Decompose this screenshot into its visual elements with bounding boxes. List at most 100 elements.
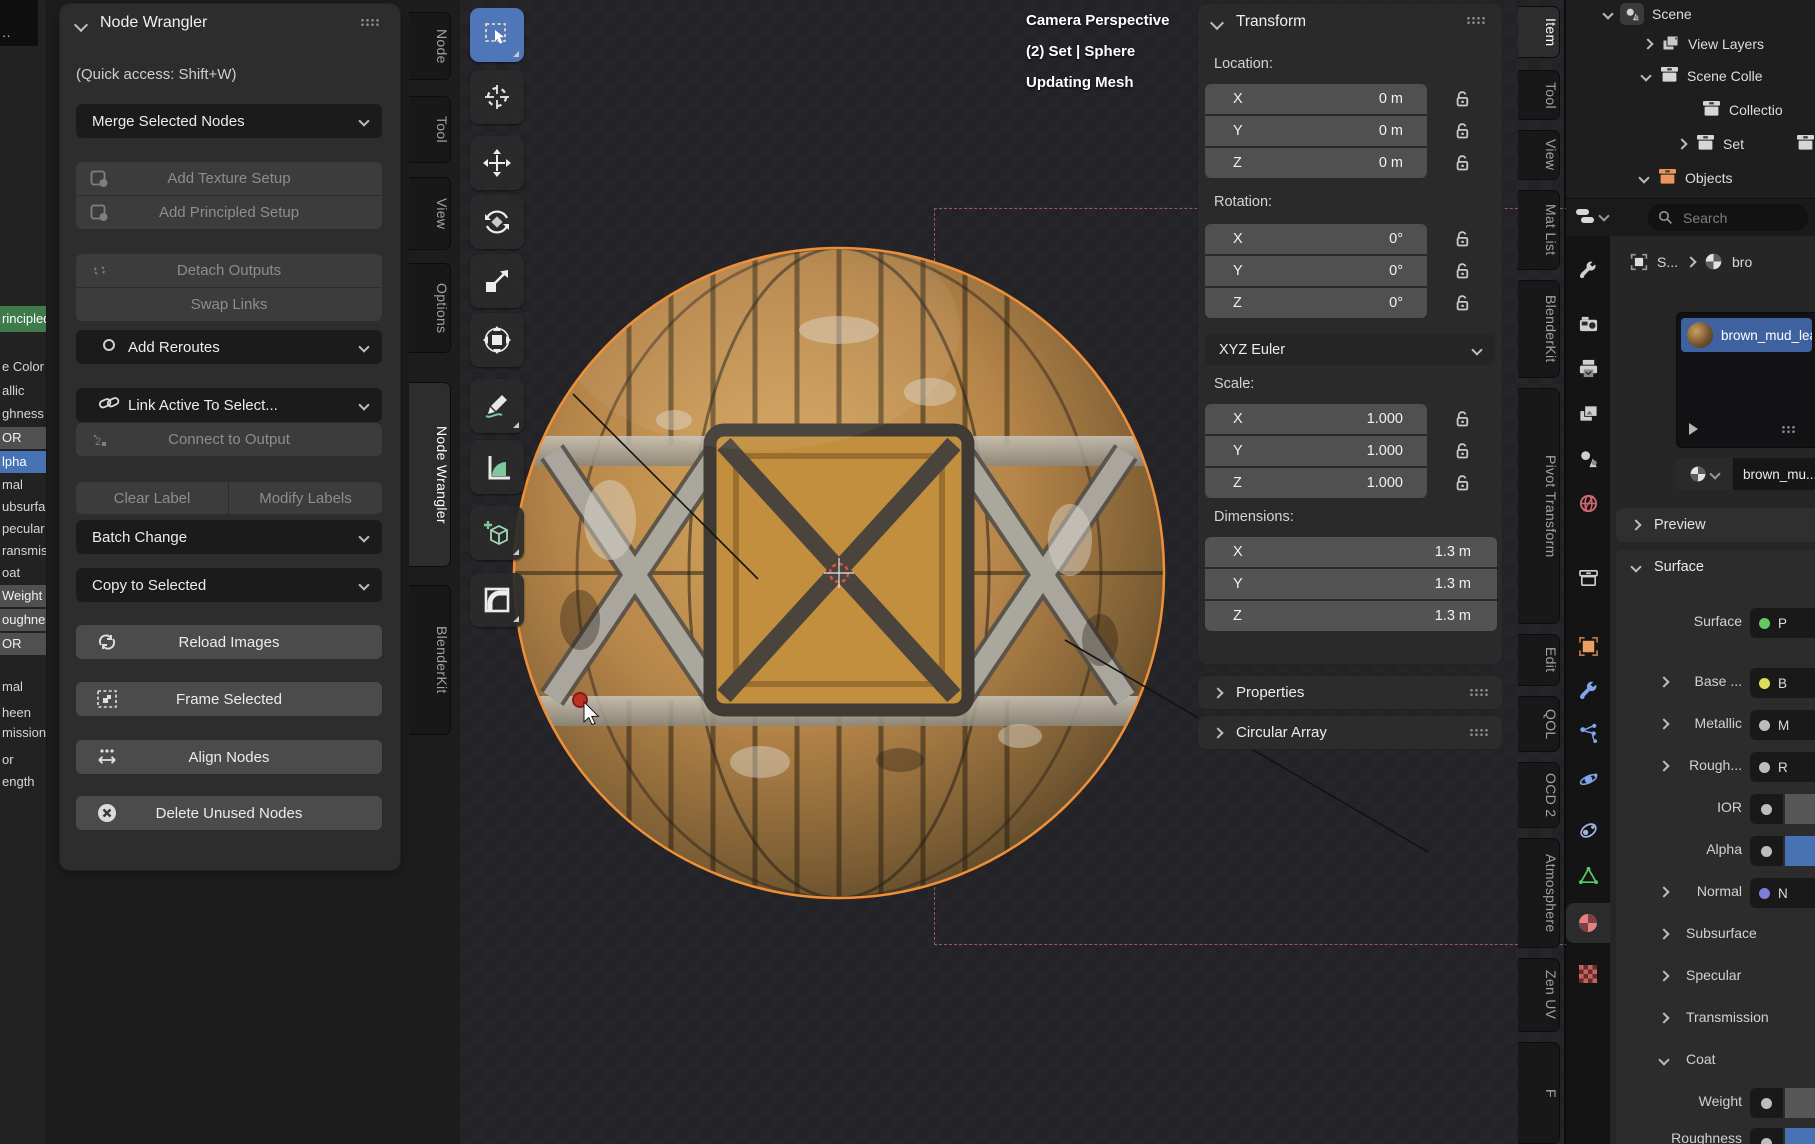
location-y-field[interactable]: Y0 m [1205, 116, 1427, 146]
breadcrumb-material-name[interactable]: bro [1732, 254, 1752, 270]
location-z-field[interactable]: Z0 m [1205, 148, 1427, 178]
tool-measure[interactable] [470, 440, 524, 494]
clear-label-button[interactable]: Clear Label [76, 482, 228, 514]
node-socket-label[interactable]: ubsurfa [0, 497, 46, 517]
reload-images-button[interactable]: Reload Images [76, 625, 382, 659]
roughness-value[interactable]: R [1750, 752, 1815, 782]
collapse-chevron-icon[interactable] [1210, 16, 1224, 30]
scale-z-field[interactable]: Z1.000 [1205, 468, 1427, 498]
panel-drag-handle[interactable] [1469, 728, 1488, 737]
node-socket-label[interactable]: ghness [0, 404, 46, 424]
alpha-socket-button[interactable] [1750, 836, 1783, 866]
tool-rotate[interactable] [470, 195, 524, 249]
node-socket-field[interactable]: OR [0, 427, 46, 449]
rotation-mode-dropdown[interactable]: XYZ Euler [1205, 334, 1495, 365]
search-input[interactable] [1681, 209, 1795, 227]
chevron-right-icon[interactable] [1658, 718, 1669, 729]
node-socket-label[interactable]: pecular [0, 519, 46, 539]
tab-zen-uv[interactable]: Zen UV [1518, 958, 1560, 1032]
connect-to-output-button[interactable]: 2 Connect to Output [76, 423, 382, 456]
chevron-right-icon[interactable] [1676, 138, 1687, 149]
panel-drag-handle[interactable] [1781, 425, 1797, 434]
tab-output-properties[interactable] [1566, 348, 1610, 388]
detach-outputs-button[interactable]: Detach Outputs [76, 254, 382, 287]
chevron-right-icon[interactable] [1658, 886, 1669, 897]
editor-type-selector[interactable] [1574, 205, 1608, 227]
material-name-field[interactable]: brown_mu... [1733, 458, 1815, 490]
chevron-right-icon[interactable] [1642, 38, 1653, 49]
preview-panel-header[interactable]: Preview [1616, 508, 1815, 542]
node-socket-label[interactable]: ransmis [0, 541, 46, 561]
tab-scene-properties[interactable] [1566, 438, 1610, 478]
slot-list-expand-icon[interactable] [1689, 423, 1698, 435]
tab-node-wrangler[interactable]: Node Wrangler [409, 382, 451, 567]
node-socket-label[interactable]: ength [0, 772, 46, 792]
surface-shader-value[interactable]: P [1750, 608, 1815, 638]
tab-render-properties[interactable] [1566, 304, 1610, 344]
outliner-row-set[interactable]: Set [1678, 130, 1815, 158]
copy-to-selected-dropdown[interactable]: Copy to Selected [76, 568, 382, 602]
dimensions-z-field[interactable]: Z1.3 m [1205, 601, 1497, 631]
alpha-value-slider[interactable] [1785, 836, 1815, 866]
material-browse-button[interactable] [1676, 458, 1732, 490]
ior-value-slider[interactable] [1785, 794, 1815, 824]
outliner-row-objects[interactable]: Objects [1640, 164, 1732, 192]
frame-selected-button[interactable]: Frame Selected [76, 682, 382, 716]
panel-drag-handle[interactable] [360, 18, 379, 27]
material-slot-selected[interactable]: brown_mud_lea [1681, 318, 1812, 352]
lock-icon[interactable] [1455, 294, 1471, 317]
node-socket-label[interactable]: oat [0, 563, 46, 583]
chevron-down-icon[interactable] [1602, 8, 1613, 19]
tab-tool[interactable]: Tool [409, 96, 451, 163]
search-field[interactable] [1648, 204, 1808, 231]
location-x-field[interactable]: X0 m [1205, 84, 1427, 114]
properties-collapsed-panel[interactable]: Properties [1198, 676, 1502, 709]
tab-tool-properties[interactable] [1566, 250, 1610, 290]
surface-panel-header[interactable]: Surface [1616, 550, 1815, 584]
principled-node-header[interactable]: rincipled [0, 306, 46, 332]
node-socket-label[interactable]: mal [0, 677, 46, 697]
tab-view-right[interactable]: View [1518, 130, 1560, 180]
material-slot-list[interactable]: brown_mud_lea [1676, 312, 1815, 448]
tab-node[interactable]: Node [409, 12, 451, 80]
tab-data-properties[interactable] [1566, 855, 1610, 895]
outliner-row-scene[interactable]: Scene [1604, 0, 1692, 28]
tab-blenderkit[interactable]: BlenderKit [409, 585, 451, 735]
tool-extrude-corner[interactable] [470, 573, 524, 627]
tool-cursor[interactable] [470, 70, 524, 124]
metallic-value[interactable]: M [1750, 710, 1815, 740]
dimensions-y-field[interactable]: Y1.3 m [1205, 569, 1497, 599]
align-nodes-button[interactable]: Align Nodes [76, 740, 382, 774]
chevron-right-icon[interactable] [1658, 676, 1669, 687]
node-socket-field[interactable]: Weight [0, 585, 46, 607]
tab-collection-properties[interactable] [1566, 558, 1610, 598]
lock-icon[interactable] [1455, 90, 1471, 113]
tab-tool-right[interactable]: Tool [1518, 70, 1560, 120]
tab-texture-properties[interactable] [1566, 954, 1610, 994]
tab-material-properties[interactable] [1566, 903, 1610, 943]
transmission-section[interactable]: Transmission [1616, 1004, 1815, 1034]
base-color-value[interactable]: B [1750, 668, 1815, 698]
tab-mat-list[interactable]: Mat List [1518, 190, 1560, 270]
panel-title[interactable]: Node Wrangler [100, 14, 207, 32]
add-principled-setup-button[interactable]: Add Principled Setup [76, 196, 382, 229]
lock-icon[interactable] [1455, 122, 1471, 145]
tab-edit[interactable]: Edit [1518, 634, 1560, 686]
tool-transform[interactable] [470, 313, 524, 367]
tool-add-cube[interactable] [470, 506, 524, 560]
lock-icon[interactable] [1455, 262, 1471, 285]
chevron-down-icon[interactable] [1640, 70, 1651, 81]
swap-links-button[interactable]: Swap Links [76, 288, 382, 321]
node-socket-label[interactable]: mal [0, 475, 46, 495]
outliner-row-collection[interactable]: Collectio [1702, 96, 1783, 124]
tab-qol[interactable]: QOL [1518, 696, 1560, 752]
node-socket-label[interactable]: heen [0, 703, 46, 723]
tool-select-box[interactable] [470, 8, 524, 62]
node-socket-field[interactable]: OR [0, 633, 46, 655]
batch-change-dropdown[interactable]: Batch Change [76, 520, 382, 554]
link-active-dropdown[interactable]: Link Active To Select... [76, 388, 382, 422]
tab-atmosphere[interactable]: Atmosphere [1518, 838, 1560, 948]
add-texture-setup-button[interactable]: Add Texture Setup [76, 162, 382, 195]
tab-blenderkit-right[interactable]: BlenderKit [1518, 280, 1560, 378]
rotation-z-field[interactable]: Z0° [1205, 288, 1427, 318]
